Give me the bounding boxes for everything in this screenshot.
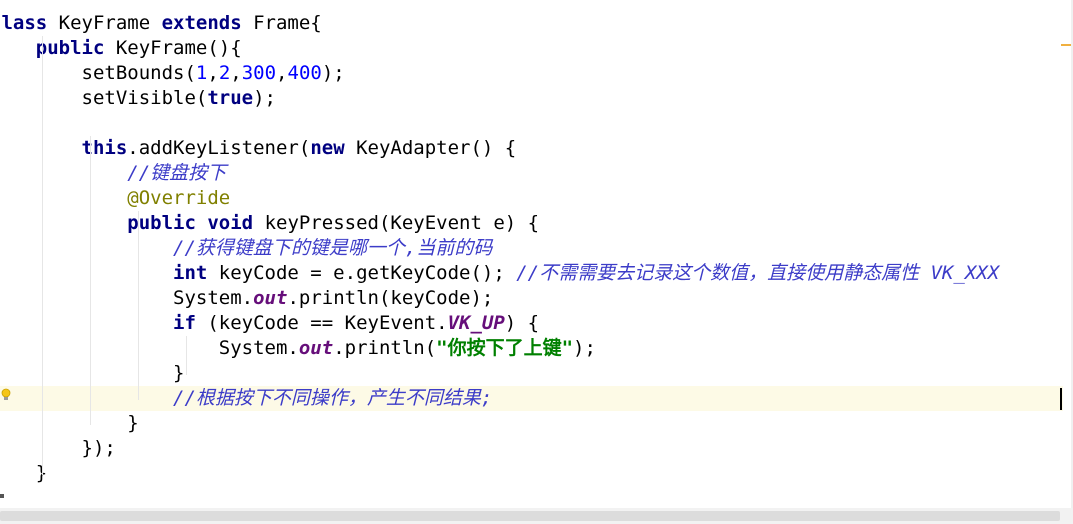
code-token: 400 [287, 62, 322, 84]
code-token: setVisible( [0, 87, 208, 109]
code-token: setBounds( [0, 62, 196, 84]
code-token: 2 [218, 62, 231, 84]
code-token: } [0, 362, 185, 384]
code-token: VK_UP [447, 312, 505, 334]
code-token: KeyAdapter() { [356, 137, 517, 159]
code-line[interactable]: @Override [0, 186, 1063, 211]
text-caret [1060, 388, 1062, 410]
code-line[interactable]: //根据按下不同操作，产生不同结果; [0, 386, 1063, 411]
code-line[interactable]: setBounds(1,2,300,400); [0, 61, 1063, 86]
code-line[interactable]: public KeyFrame(){ [0, 36, 1063, 61]
code-token: out [298, 337, 334, 359]
code-token: //不需需要去记录这个数值，直接使用静态属性 VK_XXX [516, 262, 1000, 284]
code-line[interactable]: } [0, 411, 1063, 436]
code-token: 300 [241, 62, 277, 84]
code-token: .println(keyCode); [287, 287, 494, 309]
code-line[interactable] [0, 111, 1063, 136]
indent-guide [138, 211, 139, 400]
code-token: int [173, 262, 219, 284]
indent-guide [186, 336, 187, 375]
code-token: KeyFrame(){ [115, 37, 242, 59]
code-token: ); [321, 62, 345, 84]
code-line[interactable]: } [0, 361, 1063, 386]
code-token: out [253, 287, 288, 309]
code-token: public [35, 37, 116, 59]
code-line[interactable]: //键盘按下 [0, 161, 1063, 186]
code-token: } [0, 412, 139, 434]
code-line[interactable]: //获得键盘下的键是哪一个,当前的码 [0, 236, 1063, 261]
code-token: //键盘按下 [127, 162, 227, 184]
code-line[interactable]: this.addKeyListener(new KeyAdapter() { [0, 136, 1063, 161]
code-line[interactable]: class KeyFrame extends Frame{ [0, 11, 1063, 36]
code-token: , [230, 62, 242, 84]
code-token: .addKeyListener( [127, 137, 311, 159]
code-token: ); [573, 337, 596, 359]
code-token: @Override [127, 187, 231, 209]
code-token: }); [0, 437, 116, 459]
code-token: System. [0, 337, 299, 359]
code-token: ) { [504, 312, 540, 334]
code-token: "你按下了上键" [436, 337, 574, 359]
code-token: void [207, 212, 265, 234]
code-token: extends [161, 12, 254, 34]
code-token: this [81, 137, 128, 159]
code-token: ); [253, 87, 276, 109]
code-token: if [173, 312, 208, 334]
indent-guide [42, 36, 43, 475]
indent-guide [90, 136, 91, 425]
code-line[interactable]: System.out.println("你按下了上键"); [0, 336, 1063, 361]
code-line[interactable]: }); [0, 436, 1063, 461]
code-line[interactable]: } [0, 461, 1063, 486]
code-token: } [0, 462, 47, 484]
code-line[interactable]: public void keyPressed(KeyEvent e) { [0, 211, 1063, 236]
code-token: new [310, 137, 357, 159]
code-token: System. [0, 287, 254, 309]
code-token: //获得键盘下的键是哪一个,当前的码 [173, 237, 493, 259]
editor-top-border [0, 0, 1073, 10]
code-token: true [207, 87, 254, 109]
code-token: //根据按下不同操作，产生不同结果; [173, 387, 493, 409]
code-token: (keyCode == KeyEvent. [207, 312, 448, 334]
code-token: keyCode = e.getKeyCode(); [218, 262, 517, 284]
code-token: , [276, 62, 288, 84]
lightbulb-icon[interactable] [1, 388, 11, 402]
fold-marker[interactable] [0, 494, 4, 498]
code-token: class [0, 12, 48, 34]
code-token: KeyFrame [58, 12, 162, 34]
code-line[interactable]: System.out.println(keyCode); [0, 286, 1063, 311]
code-token: keyPressed(KeyEvent e) { [264, 212, 540, 234]
code-token: , [207, 62, 219, 84]
horizontal-scrollbar-thumb[interactable] [0, 511, 1060, 521]
code-line[interactable]: int keyCode = e.getKeyCode(); //不需需要去记录这… [0, 261, 1063, 286]
code-token: 1 [195, 62, 208, 84]
code-token: Frame{ [253, 12, 322, 34]
code-line[interactable]: if (keyCode == KeyEvent.VK_UP) { [0, 311, 1063, 336]
code-line[interactable]: setVisible(true); [0, 86, 1063, 111]
code-editor[interactable]: class KeyFrame extends Frame{ public Key… [0, 0, 1073, 508]
code-token: public [127, 212, 208, 234]
code-token: .println( [333, 337, 437, 359]
